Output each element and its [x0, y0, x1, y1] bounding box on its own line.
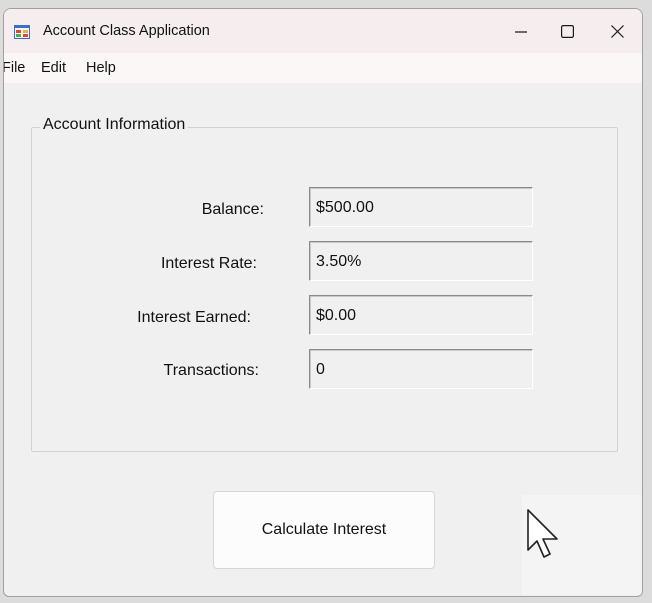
interest-earned-field[interactable]: $0.00 — [309, 295, 533, 335]
mouse-pointer-icon — [527, 509, 558, 558]
transactions-label: Transactions: — [163, 362, 259, 379]
menu-bar: File Edit Help — [4, 53, 642, 83]
minimize-icon — [515, 31, 527, 33]
close-icon — [610, 24, 624, 38]
account-information-group: Account Information — [31, 116, 618, 452]
menu-edit[interactable]: Edit — [41, 60, 66, 76]
close-button[interactable] — [594, 9, 640, 53]
menu-help[interactable]: Help — [86, 60, 116, 76]
group-title: Account Information — [40, 116, 189, 134]
menu-file[interactable]: File — [4, 60, 25, 76]
interest-rate-label: Interest Rate: — [160, 255, 257, 272]
window-title: Account Class Application — [43, 23, 210, 39]
title-bar[interactable]: Account Class Application — [4, 9, 642, 53]
interest-rate-field[interactable]: 3.50% — [309, 241, 533, 281]
interest-earned-label: Interest Earned: — [137, 309, 251, 326]
balance-label: Balance: — [201, 201, 264, 218]
maximize-button[interactable] — [544, 9, 590, 53]
balance-field[interactable]: $500.00 — [309, 187, 533, 227]
windows-form-icon — [14, 25, 30, 39]
maximize-icon — [560, 24, 574, 38]
application-window: Account Class Application File Edit Help… — [3, 8, 643, 597]
minimize-button[interactable] — [498, 9, 544, 53]
calculate-interest-button[interactable]: Calculate Interest — [213, 491, 435, 569]
transactions-field[interactable]: 0 — [309, 349, 533, 389]
